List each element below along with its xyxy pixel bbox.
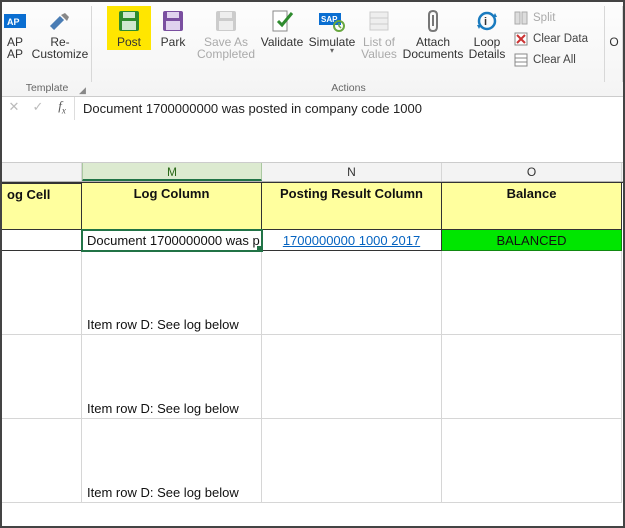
save-completed-label: Save As Completed <box>197 36 255 60</box>
ribbon-group-actions: Post Park Save As Completed Validate <box>92 2 605 96</box>
save-park-icon <box>159 8 187 34</box>
ribbon-toolbar: AP AP AP Re- Customize Template ◢ Post <box>2 2 623 97</box>
cell-log[interactable]: Document 1700000000 was p <box>82 230 262 251</box>
fx-icon[interactable]: fx <box>54 98 70 116</box>
park-label: Park <box>161 36 186 48</box>
clear-all-button[interactable]: Clear All <box>513 50 588 70</box>
paperclip-icon <box>419 8 447 34</box>
sap-sublabel: AP <box>7 48 23 60</box>
formula-bar-content[interactable]: Document 1700000000 was posted in compan… <box>74 97 623 120</box>
accept-check-icon[interactable]: ✓ <box>30 99 46 115</box>
clear-data-label: Clear Data <box>533 33 588 45</box>
chevron-down-icon: ▾ <box>330 48 334 54</box>
simulate-icon: SAP <box>318 8 346 34</box>
split-label: Split <box>533 12 555 24</box>
post-button[interactable]: Post <box>107 6 151 50</box>
cell-empty[interactable] <box>442 419 622 503</box>
cell-balance[interactable]: BALANCED <box>442 230 622 251</box>
save-completed-icon <box>212 8 240 34</box>
col-header-m[interactable]: M <box>82 163 262 181</box>
tools-icon <box>46 8 74 34</box>
recustomize-button[interactable]: Re- Customize <box>28 6 92 62</box>
cell-empty[interactable] <box>262 419 442 503</box>
overflow-label: O <box>609 36 618 48</box>
cell-log[interactable]: Item row D: See log below <box>82 335 262 419</box>
clear-stack: Split Clear Data Clear All <box>509 6 590 70</box>
cell-empty[interactable] <box>262 251 442 335</box>
ribbon-group-cut: O <box>605 2 623 96</box>
svg-text:i: i <box>484 16 487 28</box>
header-log-column[interactable]: Log Column <box>82 183 262 230</box>
list-values-button[interactable]: List of Values <box>357 6 401 62</box>
cell-empty[interactable] <box>262 335 442 419</box>
formula-bar: ✕ ✓ fx Document 1700000000 was posted in… <box>2 97 623 163</box>
validate-button[interactable]: Validate <box>257 6 307 50</box>
validate-icon <box>268 8 296 34</box>
col-header-n[interactable]: N <box>262 163 442 181</box>
svg-text:AP: AP <box>7 17 20 27</box>
table-row: Item row D: See log below <box>2 419 623 503</box>
clear-all-label: Clear All <box>533 54 576 66</box>
loop-details-button[interactable]: i Loop Details <box>465 6 509 62</box>
cell-stub[interactable] <box>2 419 82 503</box>
cell-stub[interactable] <box>2 251 82 335</box>
header-balance[interactable]: Balance <box>442 183 622 230</box>
post-label: Post <box>117 36 141 48</box>
column-headers: M N O <box>2 163 623 182</box>
recustomize-label: Re- Customize <box>32 36 89 60</box>
attach-docs-label: Attach Documents <box>403 36 464 60</box>
validate-label: Validate <box>261 36 303 48</box>
cell-log[interactable]: Item row D: See log below <box>82 419 262 503</box>
group-label-actions: Actions <box>92 82 605 96</box>
clear-data-button[interactable]: Clear Data <box>513 29 588 49</box>
loop-icon: i <box>473 8 501 34</box>
sap-goto-button[interactable]: AP AP AP <box>2 6 28 62</box>
cell-posting-link[interactable]: 1700000000 1000 2017 <box>262 230 442 251</box>
cell-log[interactable]: Item row D: See log below <box>82 251 262 335</box>
overflow-o-button[interactable]: O <box>605 6 623 50</box>
header-posting-result[interactable]: Posting Result Column <box>262 183 442 230</box>
table-row: Item row D: See log below <box>2 335 623 419</box>
formula-bar-buttons: ✕ ✓ fx <box>2 97 74 117</box>
col-header-stub[interactable] <box>2 163 82 181</box>
header-stub[interactable]: og Cell <box>2 183 82 230</box>
ribbon-group-template: AP AP AP Re- Customize Template ◢ <box>2 2 92 96</box>
list-values-icon <box>365 8 393 34</box>
table-row: Item row D: See log below <box>2 251 623 335</box>
split-button[interactable]: Split <box>513 8 588 28</box>
table-row: Document 1700000000 was p 1700000000 100… <box>2 230 623 251</box>
list-values-label: List of Values <box>361 36 397 60</box>
loop-details-label: Loop Details <box>469 36 506 60</box>
col-header-o[interactable]: O <box>442 163 622 181</box>
cell-empty[interactable] <box>442 335 622 419</box>
save-completed-button[interactable]: Save As Completed <box>195 6 257 62</box>
save-post-icon <box>115 8 143 34</box>
dialog-launcher-icon[interactable]: ◢ <box>79 85 89 95</box>
sap-icon: AP <box>1 8 29 34</box>
clear-data-icon <box>513 31 529 47</box>
clear-all-icon <box>513 52 529 68</box>
park-button[interactable]: Park <box>151 6 195 50</box>
spreadsheet-grid: M N O og Cell Log Column Posting Result … <box>2 163 623 503</box>
attach-documents-button[interactable]: Attach Documents <box>401 6 465 62</box>
table-header-row: og Cell Log Column Posting Result Column… <box>2 182 623 230</box>
cancel-x-icon[interactable]: ✕ <box>6 99 22 115</box>
simulate-button[interactable]: SAP Simulate ▾ <box>307 6 357 56</box>
cell-empty[interactable] <box>442 251 622 335</box>
split-icon <box>513 10 529 26</box>
cell-stub[interactable] <box>2 335 82 419</box>
cell-stub[interactable] <box>2 230 82 251</box>
